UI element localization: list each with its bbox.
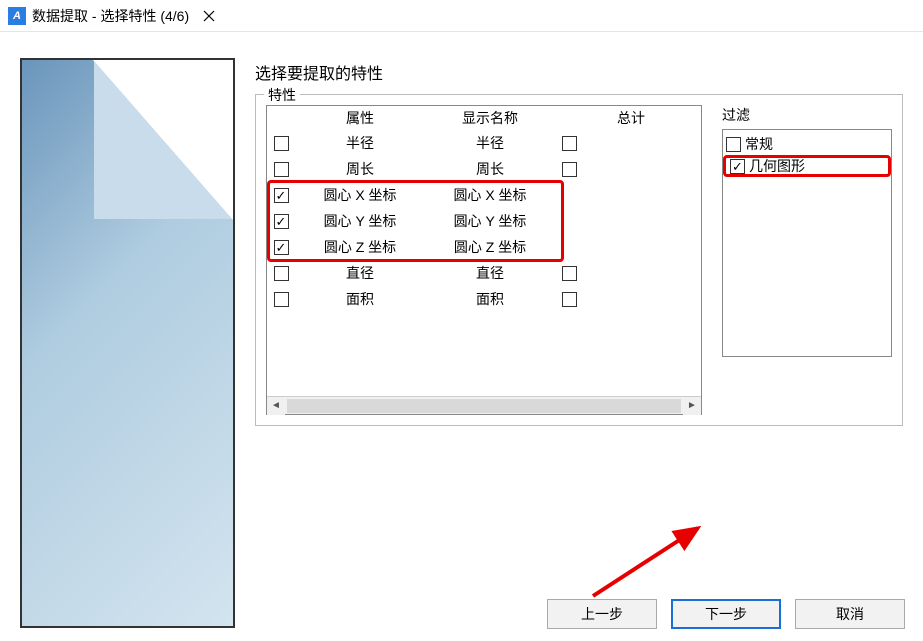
wizard-preview-image: [20, 58, 235, 628]
back-button[interactable]: 上一步: [547, 599, 657, 629]
property-total-checkbox[interactable]: [562, 162, 577, 177]
property-checkbox[interactable]: [274, 188, 289, 203]
filter-checkbox[interactable]: [726, 137, 741, 152]
property-row: 周长 周长: [267, 156, 701, 182]
property-row: 半径 半径: [267, 130, 701, 156]
cancel-button[interactable]: 取消: [795, 599, 905, 629]
footer-buttons: 上一步 下一步 取消: [547, 599, 905, 629]
app-icon: A: [8, 7, 26, 25]
right-pane: 选择要提取的特性 特性 属性 显示名称 总计: [255, 58, 903, 628]
filter-checkbox[interactable]: [730, 159, 745, 174]
properties-table: 属性 显示名称 总计 半径 半径: [266, 105, 702, 415]
property-attribute: 圆心 Z 坐标: [295, 237, 425, 257]
property-checkbox[interactable]: [274, 292, 289, 307]
property-display-name[interactable]: 圆心 X 坐标: [425, 185, 555, 205]
properties-header-row: 属性 显示名称 总计: [267, 106, 701, 130]
property-attribute: 圆心 X 坐标: [295, 185, 425, 205]
property-row: 面积 面积: [267, 286, 701, 312]
scroll-right-button[interactable]: ►: [683, 397, 701, 415]
property-total-checkbox[interactable]: [562, 292, 577, 307]
instructions-label: 选择要提取的特性: [255, 60, 903, 84]
property-row: 直径 直径: [267, 260, 701, 286]
header-total: 总计: [583, 108, 679, 128]
property-display-name[interactable]: 半径: [425, 133, 555, 153]
property-checkbox[interactable]: [274, 240, 289, 255]
property-display-name[interactable]: 圆心 Z 坐标: [425, 237, 555, 257]
filter-label: 过滤: [722, 105, 892, 125]
property-attribute: 圆心 Y 坐标: [295, 211, 425, 231]
property-row: 圆心 Y 坐标 圆心 Y 坐标: [267, 208, 701, 234]
filter-item[interactable]: 几何图形: [723, 155, 891, 177]
property-checkbox[interactable]: [274, 162, 289, 177]
property-total-checkbox[interactable]: [562, 136, 577, 151]
header-attribute: 属性: [295, 108, 425, 128]
property-attribute: 面积: [295, 289, 425, 309]
property-checkbox[interactable]: [274, 266, 289, 281]
scroll-left-button[interactable]: ◄: [267, 397, 285, 415]
property-row: 圆心 X 坐标 圆心 X 坐标: [267, 182, 701, 208]
property-attribute: 周长: [295, 159, 425, 179]
header-display-name: 显示名称: [425, 108, 555, 128]
property-display-name[interactable]: 圆心 Y 坐标: [425, 211, 555, 231]
close-button[interactable]: [189, 0, 229, 32]
scroll-track[interactable]: [287, 399, 681, 413]
page-curl-decoration: [93, 60, 233, 220]
next-button[interactable]: 下一步: [671, 599, 781, 629]
filter-item[interactable]: 常规: [726, 133, 888, 155]
filter-area: 过滤 常规 几何图形: [722, 105, 892, 415]
properties-group: 特性 属性 显示名称 总计: [255, 94, 903, 426]
window-title: 数据提取 - 选择特性 (4/6): [32, 6, 189, 26]
property-attribute: 半径: [295, 133, 425, 153]
property-display-name[interactable]: 面积: [425, 289, 555, 309]
filter-list: 常规 几何图形: [722, 129, 892, 357]
close-icon: [203, 10, 215, 22]
properties-group-title: 特性: [264, 85, 300, 105]
property-checkbox[interactable]: [274, 136, 289, 151]
filter-item-label: 常规: [745, 134, 773, 154]
property-attribute: 直径: [295, 263, 425, 283]
property-total-checkbox[interactable]: [562, 266, 577, 281]
filter-item-label: 几何图形: [749, 156, 805, 176]
dialog-content: 选择要提取的特性 特性 属性 显示名称 总计: [0, 32, 923, 628]
property-checkbox[interactable]: [274, 214, 289, 229]
property-display-name[interactable]: 周长: [425, 159, 555, 179]
horizontal-scrollbar[interactable]: ◄ ►: [267, 396, 701, 414]
titlebar: A 数据提取 - 选择特性 (4/6): [0, 0, 923, 32]
property-display-name[interactable]: 直径: [425, 263, 555, 283]
property-row: 圆心 Z 坐标 圆心 Z 坐标: [267, 234, 701, 260]
